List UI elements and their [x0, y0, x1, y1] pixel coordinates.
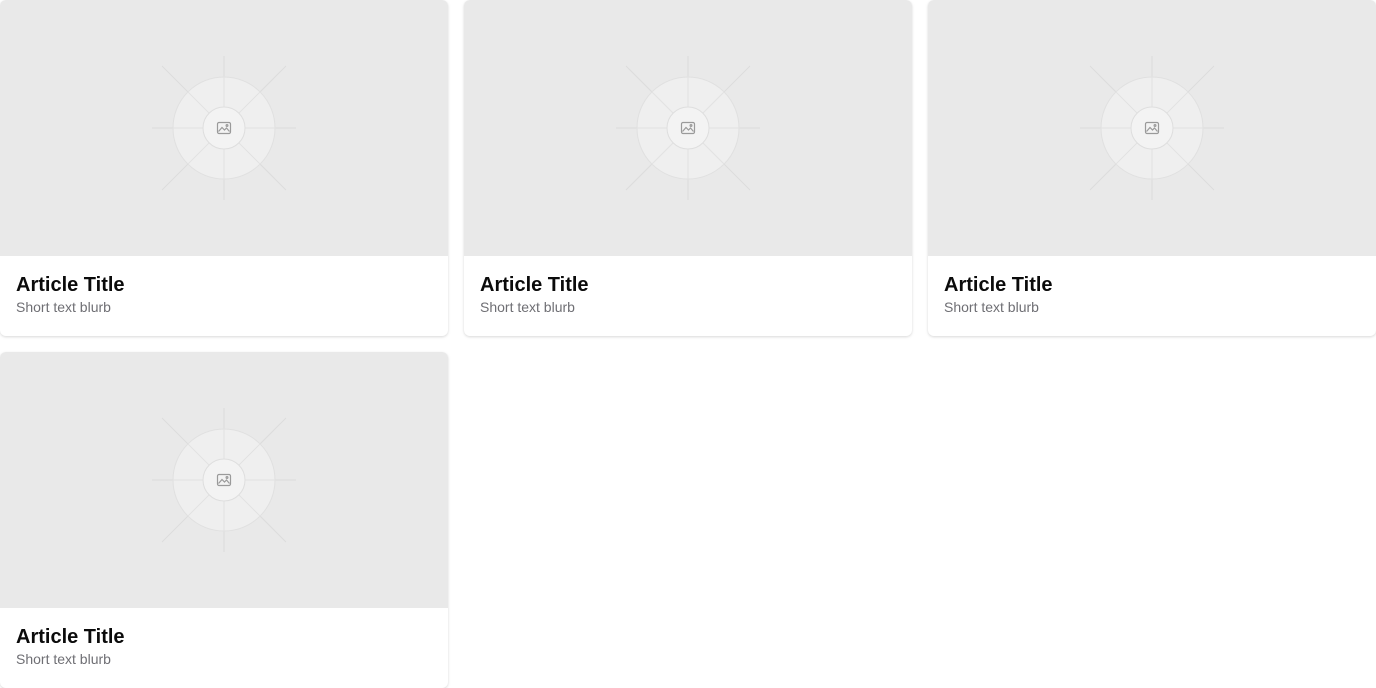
image-icon [152, 56, 296, 200]
article-title: Article Title [944, 274, 1053, 296]
image-placeholder [928, 0, 1376, 256]
card-body: Article Title Short text blurb [928, 256, 1376, 316]
card-body: Article Title Short text blurb [464, 256, 912, 316]
article-title: Article Title [480, 274, 589, 296]
image-icon [152, 408, 296, 552]
image-placeholder [0, 352, 448, 608]
card-body: Article Title Short text blurb [0, 256, 448, 316]
article-card[interactable]: Article Title Short text blurb [0, 352, 448, 688]
article-blurb: Short text blurb [16, 299, 111, 315]
article-title: Article Title [16, 626, 125, 648]
article-card[interactable]: Article Title Short text blurb [928, 0, 1376, 336]
article-blurb: Short text blurb [480, 299, 575, 315]
article-blurb: Short text blurb [16, 651, 111, 667]
article-title: Article Title [16, 274, 125, 296]
image-icon [1080, 56, 1224, 200]
article-card-grid: Article Title Short text blurb Article T… [0, 0, 1376, 688]
image-icon [616, 56, 760, 200]
article-blurb: Short text blurb [944, 299, 1039, 315]
card-body: Article Title Short text blurb [0, 608, 448, 668]
article-card[interactable]: Article Title Short text blurb [464, 0, 912, 336]
image-placeholder [0, 0, 448, 256]
image-placeholder [464, 0, 912, 256]
article-card[interactable]: Article Title Short text blurb [0, 0, 448, 336]
